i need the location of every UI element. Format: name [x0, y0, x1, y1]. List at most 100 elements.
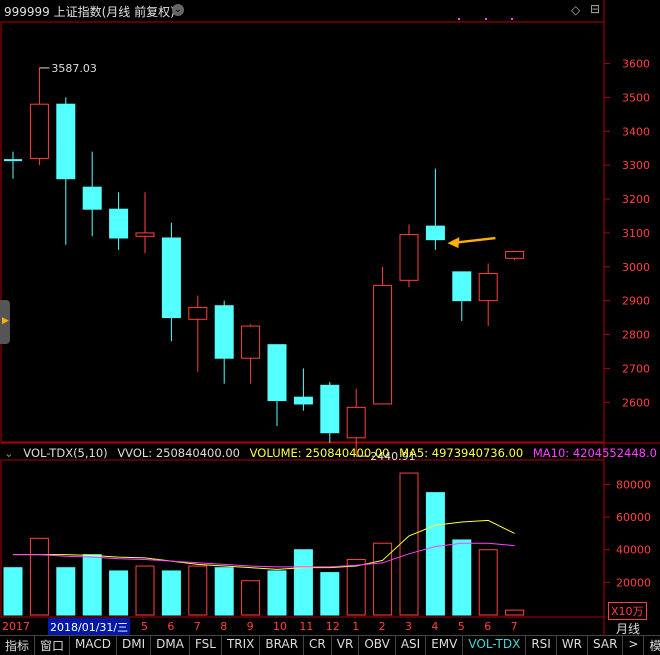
- tab-18[interactable]: 模板: [644, 636, 660, 655]
- candle-body-4: [109, 208, 129, 239]
- arrow-head-icon: [447, 237, 460, 249]
- tab-11[interactable]: ASI: [396, 636, 427, 655]
- tab-14[interactable]: RSI: [526, 636, 557, 655]
- tab-2[interactable]: MACD: [70, 636, 118, 655]
- month-label-5: 7: [193, 620, 201, 633]
- candle-body-18: [478, 273, 498, 302]
- volume-tick-label-2: 40000: [616, 544, 651, 557]
- price-tick-label-9: 2700: [622, 362, 650, 375]
- candle-body-2: [56, 103, 76, 180]
- price-tick-label-3: 3300: [622, 159, 650, 172]
- volume-bar-13: [346, 559, 366, 616]
- volume-bar-12: [320, 572, 340, 616]
- month-label-17: 7: [510, 620, 518, 633]
- month-label-12: 2: [378, 620, 386, 633]
- volume-header: ⌄ VOL-TDX(5,10) VVOL: 250840400.00 VOLUM…: [4, 446, 660, 460]
- month-label-13: 3: [405, 620, 412, 633]
- candle-body-16: [425, 225, 445, 241]
- candle-body-11: [293, 396, 313, 405]
- tab-6[interactable]: TRIX: [222, 636, 261, 655]
- volume-tick-label-3: 20000: [616, 576, 651, 589]
- tab-16[interactable]: SAR: [588, 636, 624, 655]
- tab-8[interactable]: CR: [304, 636, 332, 655]
- tab-12[interactable]: EMV: [426, 636, 464, 655]
- price-tick-label-1: 3500: [622, 91, 650, 104]
- month-label-14: 4: [431, 620, 439, 633]
- month-label-11: 1: [352, 620, 360, 633]
- high-annotation: 3587.03: [51, 62, 97, 75]
- volume-bar-5: [135, 565, 155, 616]
- candle-body-13: [346, 406, 366, 439]
- volume-tick-label-1: 60000: [616, 511, 651, 524]
- tab-3[interactable]: DMI: [117, 636, 152, 655]
- price-tick-label-4: 3200: [622, 193, 650, 206]
- price-frame: [0, 21, 605, 443]
- tab-7[interactable]: BRAR: [260, 636, 305, 655]
- volume-bar-18: [478, 549, 498, 616]
- price-tick-label-2: 3400: [622, 125, 650, 138]
- candle-body-19: [505, 251, 525, 259]
- price-tick-label-0: 3600: [622, 58, 650, 71]
- candle-body-10: [267, 344, 287, 402]
- price-tick-label-6: 3000: [622, 261, 650, 274]
- candle-body-5: [135, 232, 155, 237]
- tab-1[interactable]: 窗口: [35, 636, 71, 655]
- marker-dot-2: [511, 18, 513, 20]
- ma5-value: MA5: 4973940736.00: [399, 446, 524, 460]
- volume-bar-10: [267, 570, 287, 616]
- month-label-3: 5: [141, 620, 148, 633]
- marker-dot-1: [485, 18, 487, 20]
- month-label-4: 6: [167, 620, 175, 633]
- volume-bar-4: [109, 570, 129, 616]
- price-tick-label-10: 2600: [622, 396, 650, 409]
- candle-body-15: [399, 234, 419, 281]
- tab-15[interactable]: WR: [557, 636, 589, 655]
- candle-body-17: [452, 271, 472, 302]
- tab-4[interactable]: DMA: [151, 636, 190, 655]
- candle-body-6: [161, 237, 181, 319]
- ma10-value: MA10: 4204552448.0: [532, 446, 657, 460]
- volume-bar-17: [452, 539, 472, 616]
- expand-arrow-icon: ▶: [2, 316, 9, 326]
- start-year-label: 2017: [2, 620, 30, 633]
- candle-body-3: [82, 186, 102, 210]
- marker-dot-0: [458, 18, 460, 20]
- price-tick-label-7: 2900: [622, 295, 650, 308]
- candle-body-9: [241, 325, 261, 359]
- volume-bar-0: [3, 567, 23, 616]
- price-tick-label-5: 3100: [622, 227, 650, 240]
- volume-bar-16: [425, 492, 445, 616]
- candle-body-8: [214, 305, 234, 359]
- month-label-6: 8: [220, 620, 228, 633]
- month-label-8: 10: [273, 620, 287, 633]
- month-label-7: 9: [246, 620, 254, 633]
- vol-menu-icon[interactable]: ⌄: [4, 446, 14, 460]
- volume-bar-2: [56, 567, 76, 616]
- volume-bar-6: [161, 570, 181, 616]
- candle-body-7: [188, 306, 208, 320]
- month-label-10: 12: [325, 620, 340, 633]
- candle-body-14: [373, 284, 393, 405]
- candle-body-1: [29, 103, 49, 159]
- indicator-tab-bar: 指标 窗口 MACD DMI DMA FSL TRIX BRAR CR VR OBV ASI EMV VO…: [0, 635, 660, 655]
- volume-bar-19: [505, 609, 525, 616]
- candle-body-12: [320, 384, 340, 434]
- tab-10[interactable]: OBV: [359, 636, 396, 655]
- volume-bar-11: [293, 549, 313, 616]
- vol-indicator-name: VOL-TDX(5,10): [23, 446, 108, 460]
- volume-bar-8: [214, 567, 234, 616]
- volume-tick-label-0: 80000: [616, 478, 651, 491]
- month-label-15: 5: [457, 620, 465, 633]
- tab-17[interactable]: >: [623, 636, 645, 655]
- volume-unit-label: X10万: [608, 602, 647, 620]
- month-label-9: 11: [299, 620, 314, 633]
- price-chart[interactable]: 3600 3500 3400 3300 3200 3100 3000 2900 2800 2700…: [0, 0, 660, 654]
- cursor-date-label: 2018/01/31/三: [48, 618, 131, 636]
- tab-9[interactable]: VR: [332, 636, 360, 655]
- volume-bar-3: [82, 554, 102, 616]
- vvol-value: VVOL: 250840400.00: [117, 446, 240, 460]
- tab-5[interactable]: FSL: [190, 636, 222, 655]
- tab-13[interactable]: VOL-TDX: [463, 636, 527, 655]
- tab-0[interactable]: 指标: [0, 636, 36, 655]
- volume-bar-9: [241, 580, 261, 616]
